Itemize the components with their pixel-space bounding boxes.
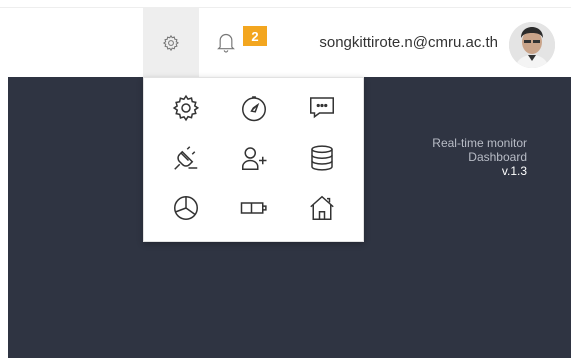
compass-icon (242, 96, 266, 122)
app-page: 2 songkittirote.n@cmru.ac.th Real-time m… (0, 0, 571, 358)
user-email[interactable]: songkittirote.n@cmru.ac.th (283, 34, 498, 51)
gear-icon (162, 34, 179, 51)
database-icon (311, 145, 333, 171)
user-photo (509, 22, 555, 68)
chat-bubble-icon (310, 97, 334, 119)
menu-item-home[interactable] (288, 186, 356, 230)
settings-menu-button[interactable] (143, 8, 199, 77)
battery-icon (240, 202, 267, 214)
notifications-button[interactable] (210, 22, 242, 62)
settings-dropdown-menu (143, 77, 364, 242)
menu-item-reports[interactable] (152, 186, 220, 230)
menu-item-database[interactable] (288, 136, 356, 180)
menu-item-compass[interactable] (220, 86, 288, 130)
main-left-edge (0, 77, 8, 358)
app-info: Real-time monitor Dashboard v.1.3 (432, 136, 527, 178)
menu-item-messages[interactable] (288, 86, 356, 130)
menu-grid (152, 86, 357, 236)
menu-item-add-user[interactable] (220, 136, 288, 180)
notification-count-badge: 2 (243, 26, 267, 46)
menu-item-battery[interactable] (220, 186, 288, 230)
gear-icon (172, 94, 200, 122)
add-user-icon (242, 147, 267, 170)
top-strip (0, 0, 571, 8)
pie-chart-icon (174, 196, 198, 220)
plug-icon (174, 146, 198, 170)
bell-icon (217, 33, 235, 53)
app-info-line1: Real-time monitor (432, 136, 527, 150)
avatar[interactable] (509, 22, 555, 68)
home-icon (310, 195, 334, 220)
menu-item-settings[interactable] (152, 86, 220, 130)
menu-item-plugins[interactable] (152, 136, 220, 180)
app-version: v.1.3 (501, 164, 527, 178)
app-info-line2: Dashboard (468, 150, 527, 164)
